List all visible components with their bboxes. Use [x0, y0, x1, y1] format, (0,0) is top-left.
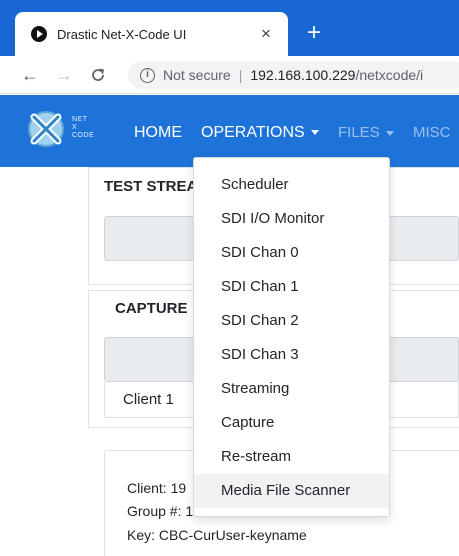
nav-operations[interactable]: OPERATIONS	[201, 123, 319, 143]
forward-arrow-icon[interactable]: →	[52, 63, 76, 87]
drastic-favicon-icon	[31, 26, 47, 42]
close-tab-icon[interactable]: ×	[256, 24, 276, 44]
nav-files-label: FILES	[338, 124, 380, 141]
reload-icon[interactable]	[86, 63, 110, 87]
browser-tabstrip: Drastic Net-X-Code UI × +	[0, 0, 459, 60]
logo-text: NET X CODE	[72, 116, 94, 140]
menu-item-sdi-chan-3[interactable]: SDI Chan 3	[194, 338, 389, 372]
tab-title: Drastic Net-X-Code UI	[57, 26, 187, 42]
test-stream-title: TEST STREA	[104, 178, 198, 195]
menu-item-media-file-scanner[interactable]: Media File Scanner	[194, 474, 389, 508]
nav-misc-label: MISC	[413, 124, 451, 141]
group-line: Group #: 1	[127, 503, 194, 519]
new-tab-button[interactable]: +	[300, 20, 328, 48]
url-path: /netxcode/i	[355, 67, 424, 83]
site-info-icon[interactable]: i	[140, 67, 155, 83]
capture-title: CAPTURE	[115, 300, 188, 317]
netxcode-logo-icon[interactable]	[26, 109, 70, 149]
menu-item-sdi-chan-1[interactable]: SDI Chan 1	[194, 270, 389, 304]
logo-line-3: CODE	[72, 132, 95, 139]
client-row-label: Client 1	[123, 391, 174, 408]
nav-files[interactable]: FILES	[338, 123, 394, 143]
menu-item-re-stream[interactable]: Re-stream	[194, 440, 389, 474]
nav-misc[interactable]: MISC	[413, 123, 451, 143]
browser-toolbar: ← → i Not secure | 192.168.100.229 /netx…	[0, 56, 459, 94]
nav-operations-label: OPERATIONS	[201, 124, 305, 141]
omnibox-separator: |	[238, 67, 243, 83]
menu-item-sdi-io-monitor[interactable]: SDI I/O Monitor	[194, 202, 389, 236]
browser-tab[interactable]: Drastic Net-X-Code UI ×	[15, 12, 288, 56]
nav-home[interactable]: HOME	[134, 123, 182, 143]
operations-dropdown: Scheduler SDI I/O Monitor SDI Chan 0 SDI…	[193, 157, 390, 517]
security-label: Not secure	[163, 67, 231, 83]
menu-item-capture[interactable]: Capture	[194, 406, 389, 440]
nav-home-label: HOME	[134, 124, 182, 141]
menu-item-streaming[interactable]: Streaming	[194, 372, 389, 406]
logo-line-1: NET	[72, 116, 88, 123]
client-line: Client: 19	[127, 480, 187, 496]
address-bar[interactable]: i Not secure | 192.168.100.229 /netxcode…	[128, 61, 459, 89]
menu-item-sdi-chan-2[interactable]: SDI Chan 2	[194, 304, 389, 338]
logo-line-2: X	[72, 124, 78, 131]
caret-down-icon	[385, 130, 394, 136]
url-host: 192.168.100.229	[250, 67, 356, 83]
back-arrow-icon[interactable]: ←	[18, 63, 42, 87]
key-line: Key: CBC-CurUser-keyname	[127, 527, 307, 543]
caret-down-icon	[310, 130, 319, 136]
menu-item-sdi-chan-0[interactable]: SDI Chan 0	[194, 236, 389, 270]
menu-item-scheduler[interactable]: Scheduler	[194, 168, 389, 202]
